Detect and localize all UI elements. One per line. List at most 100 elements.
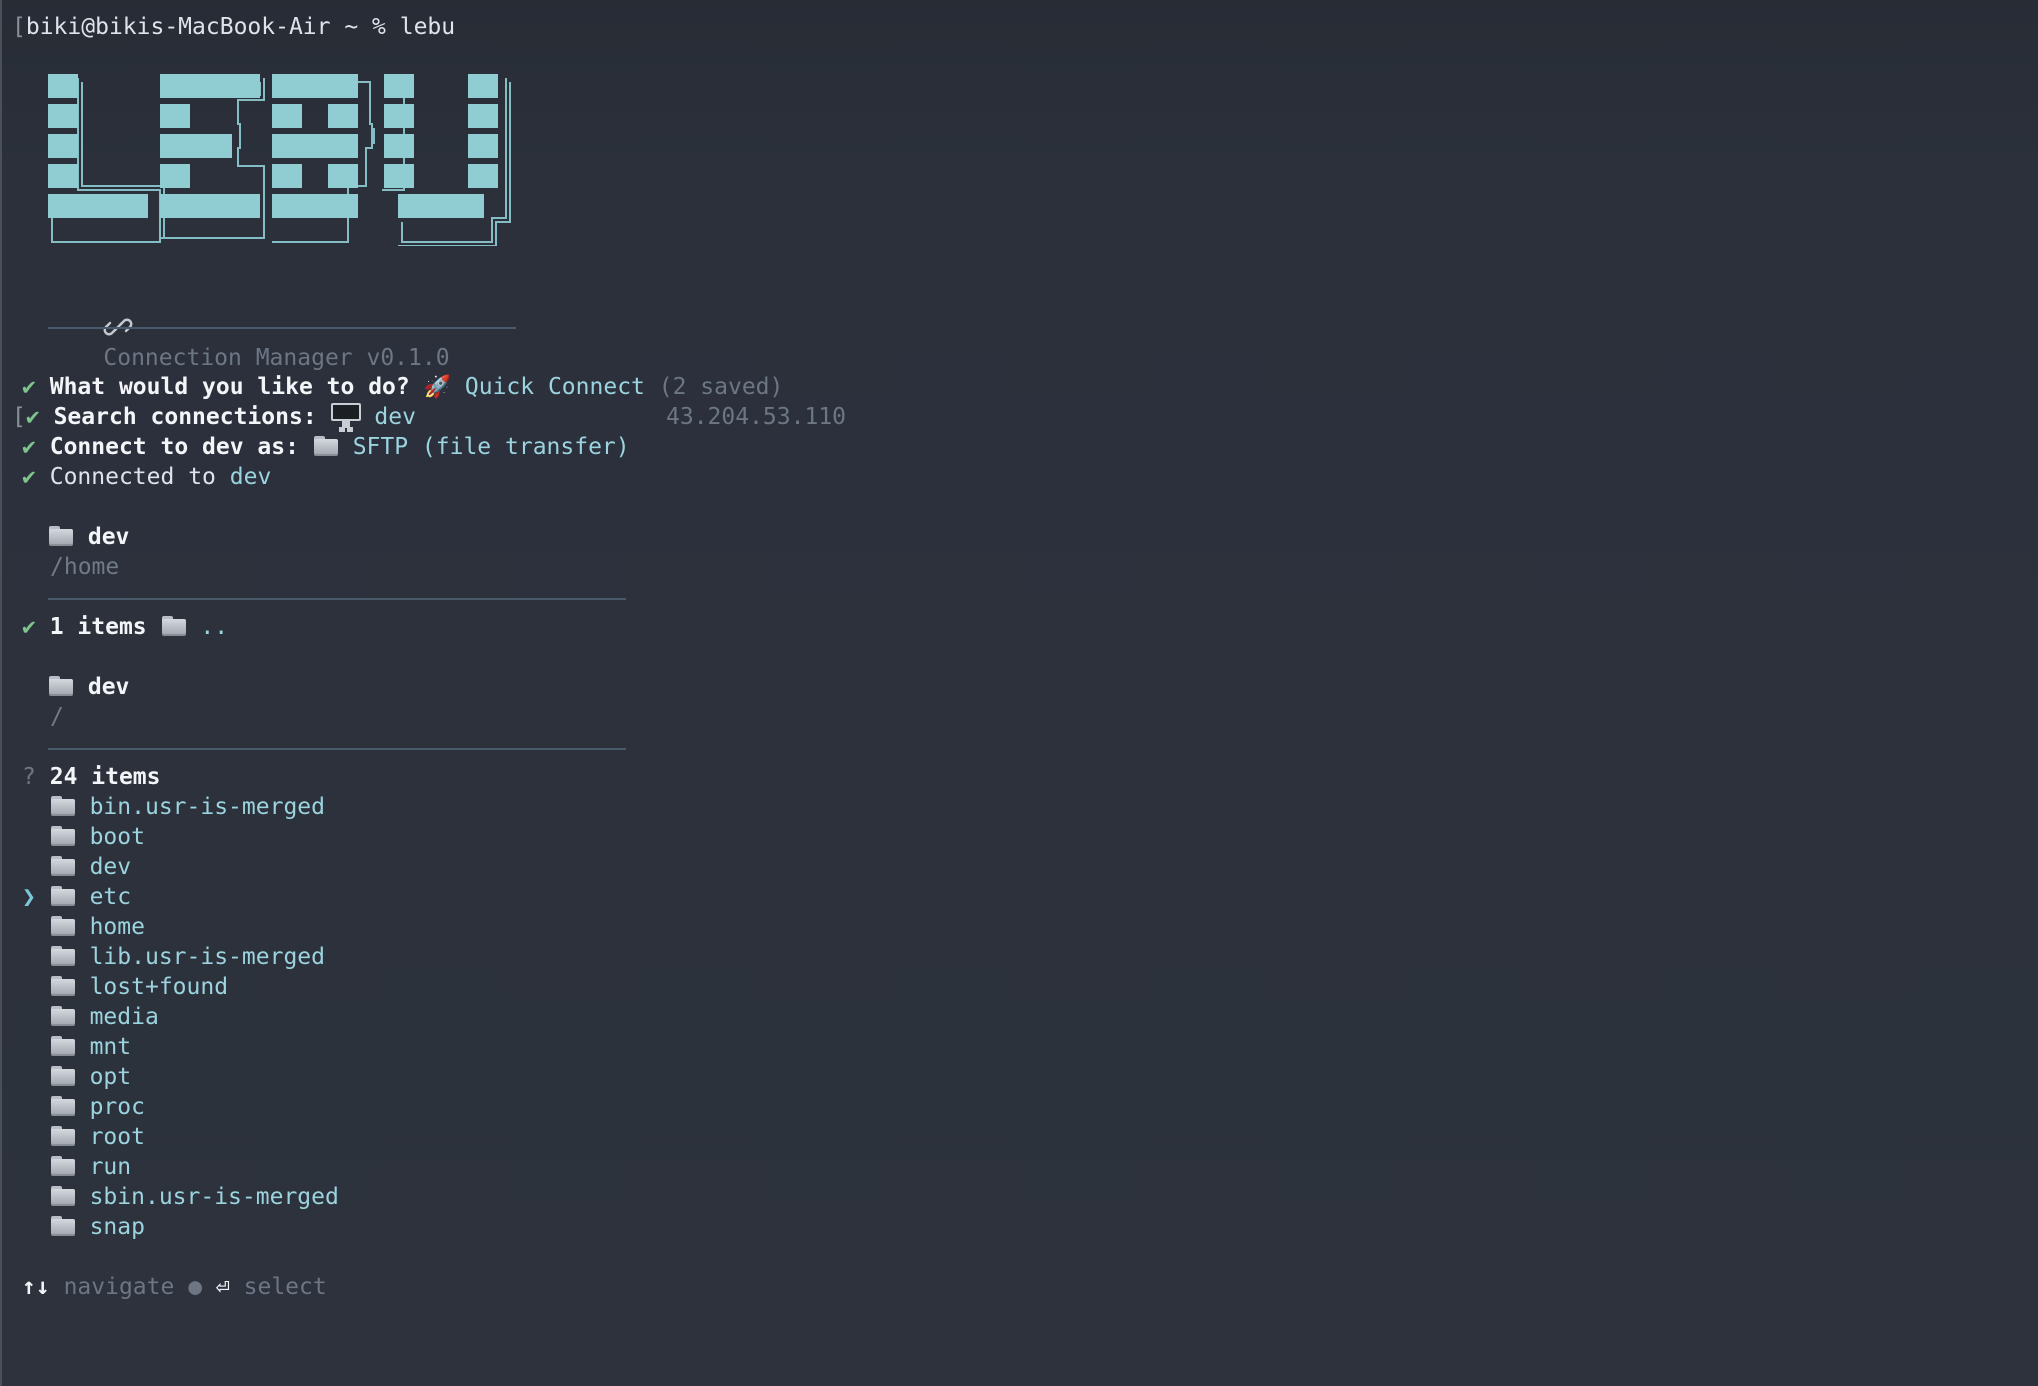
item-name: home bbox=[89, 914, 145, 940]
divider bbox=[48, 598, 626, 600]
step-action: ✔ What would you like to do? 🚀 Quick Con… bbox=[22, 372, 783, 402]
folder-icon bbox=[48, 525, 74, 547]
result-line: ✔ 1 items .. bbox=[22, 612, 228, 642]
item-name: proc bbox=[89, 1094, 145, 1120]
panel-header: dev bbox=[48, 672, 129, 702]
select-hint: select bbox=[243, 1274, 327, 1300]
check-icon: ✔ bbox=[22, 464, 36, 490]
pointer-spacer bbox=[22, 854, 36, 880]
list-item[interactable]: boot bbox=[22, 822, 145, 852]
list-item[interactable]: dev bbox=[22, 852, 131, 882]
lebu-logo bbox=[48, 74, 511, 246]
app-subtitle: Connection Manager v0.1.0 bbox=[48, 282, 450, 371]
pointer-spacer bbox=[22, 1154, 36, 1180]
host-name: dev bbox=[229, 464, 272, 490]
selection-pointer-icon: ❯ bbox=[22, 884, 36, 910]
folder-icon bbox=[50, 915, 76, 937]
folder-icon bbox=[50, 855, 76, 877]
pointer-spacer bbox=[22, 1094, 36, 1120]
check-icon: ✔ bbox=[22, 374, 36, 400]
answer-text: dev bbox=[374, 404, 416, 430]
list-item[interactable]: media bbox=[22, 1002, 159, 1032]
check-icon: ✔ bbox=[25, 404, 40, 430]
list-item[interactable]: root bbox=[22, 1122, 145, 1152]
panel-header: dev bbox=[48, 522, 129, 552]
pointer-spacer bbox=[22, 1064, 36, 1090]
list-item[interactable]: ❯ etc bbox=[22, 882, 131, 912]
item-name: run bbox=[89, 1154, 132, 1180]
shell-prompt: [biki@bikis-MacBook-Air ~ % lebu bbox=[12, 14, 456, 40]
terminal-window: [biki@bikis-MacBook-Air ~ % lebu Connect… bbox=[0, 0, 2038, 1386]
saved-count: (2 saved) bbox=[658, 374, 784, 400]
item-name: bin.usr-is-merged bbox=[89, 794, 325, 820]
folder-icon bbox=[50, 795, 76, 817]
item-name: opt bbox=[89, 1064, 132, 1090]
item-name: sbin.usr-is-merged bbox=[89, 1184, 339, 1210]
answer-text: Quick Connect bbox=[464, 374, 645, 400]
list-item[interactable]: lib.usr-is-merged bbox=[22, 942, 325, 972]
version-text: Connection Manager v0.1.0 bbox=[103, 345, 450, 371]
folder-icon bbox=[313, 435, 339, 457]
list-item[interactable]: run bbox=[22, 1152, 131, 1182]
step-connected: ✔ Connected to dev bbox=[22, 462, 271, 492]
monitor-icon bbox=[330, 403, 361, 429]
item-name: mnt bbox=[89, 1034, 132, 1060]
current-path: /home bbox=[50, 554, 120, 580]
folder-icon bbox=[50, 825, 76, 847]
folder-icon bbox=[50, 1035, 76, 1057]
pointer-spacer bbox=[22, 1004, 36, 1030]
bullet-icon: ● bbox=[188, 1274, 203, 1300]
list-header: ? 24 items bbox=[22, 762, 161, 792]
question-text: What would you like to do? bbox=[49, 374, 410, 400]
folder-icon bbox=[50, 1185, 76, 1207]
step-search: [✔ Search connections: dev bbox=[12, 403, 416, 430]
pointer-spacer bbox=[22, 1184, 36, 1210]
status-text: Connected to bbox=[49, 464, 216, 490]
item-name: snap bbox=[89, 1214, 145, 1240]
list-item[interactable]: lost+found bbox=[22, 972, 228, 1002]
item-name: dev bbox=[89, 854, 132, 880]
current-path: / bbox=[50, 704, 64, 730]
folder-icon bbox=[50, 1125, 76, 1147]
item-name: etc bbox=[89, 884, 132, 910]
check-icon: ✔ bbox=[22, 434, 36, 460]
pointer-spacer bbox=[22, 944, 36, 970]
list-item[interactable]: mnt bbox=[22, 1032, 131, 1062]
navigate-hint: navigate bbox=[63, 1274, 175, 1300]
folder-icon bbox=[50, 1095, 76, 1117]
folder-icon bbox=[50, 1005, 76, 1027]
selected-entry: .. bbox=[200, 614, 229, 640]
pointer-spacer bbox=[22, 1034, 36, 1060]
pointer-spacer bbox=[22, 824, 36, 850]
folder-icon bbox=[48, 675, 74, 697]
folder-icon bbox=[161, 615, 187, 637]
list-item[interactable]: bin.usr-is-merged bbox=[22, 792, 325, 822]
item-name: media bbox=[89, 1004, 159, 1030]
folder-icon bbox=[50, 1215, 76, 1237]
folder-icon bbox=[50, 1065, 76, 1087]
pointer-spacer bbox=[22, 974, 36, 1000]
pointer-spacer bbox=[22, 1214, 36, 1240]
list-item[interactable]: snap bbox=[22, 1212, 145, 1242]
folder-icon bbox=[50, 885, 76, 907]
item-name: boot bbox=[89, 824, 145, 850]
item-count: 24 items bbox=[49, 764, 161, 790]
item-name: lost+found bbox=[89, 974, 229, 1000]
folder-icon bbox=[50, 945, 76, 967]
list-item[interactable]: opt bbox=[22, 1062, 131, 1092]
answer-text: SFTP (file transfer) bbox=[352, 434, 630, 460]
list-item[interactable]: sbin.usr-is-merged bbox=[22, 1182, 339, 1212]
divider bbox=[48, 327, 516, 329]
keyboard-hints: ↑↓ navigate ● ⏎ select bbox=[22, 1272, 327, 1302]
list-item[interactable]: proc bbox=[22, 1092, 145, 1122]
item-name: lib.usr-is-merged bbox=[89, 944, 325, 970]
prompt-text: biki@bikis-MacBook-Air ~ % lebu bbox=[25, 14, 456, 40]
host-ip: 43.204.53.110 bbox=[666, 404, 847, 430]
panel-title: dev bbox=[87, 674, 130, 700]
item-name: root bbox=[89, 1124, 145, 1150]
item-count: 1 items bbox=[49, 614, 147, 640]
folder-icon bbox=[50, 1155, 76, 1177]
step-connect-as: ✔ Connect to dev as: SFTP (file transfer… bbox=[22, 432, 630, 462]
question-mark-icon: ? bbox=[22, 764, 36, 790]
list-item[interactable]: home bbox=[22, 912, 145, 942]
